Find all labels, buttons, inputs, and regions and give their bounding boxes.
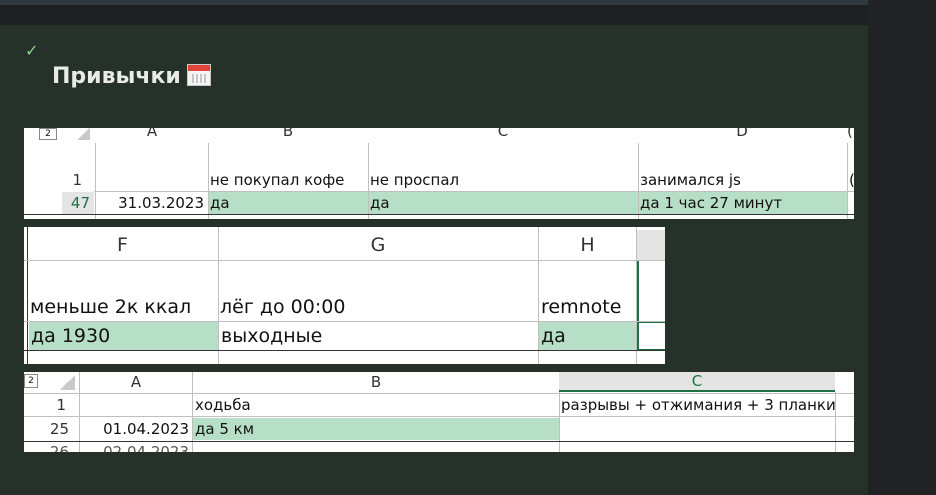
cell-a26: 02.04.2023: [103, 443, 189, 452]
column-header-c: C: [559, 372, 835, 392]
column-header-f: F: [28, 230, 217, 260]
calendar-icon: [186, 64, 211, 86]
column-header-a: A: [96, 128, 208, 140]
spreadsheet-screenshot-2: F G H меньше 2к ккал лёг до 00:00 remnot…: [24, 227, 665, 364]
group-level-button: 2: [39, 128, 57, 140]
cell-d47: да 1 час 27 минут: [639, 192, 847, 214]
select-all-corner: [76, 128, 90, 140]
row-number-47: 47: [62, 192, 94, 214]
row-number-1: 1: [72, 171, 82, 189]
cell-f1: меньше 2к ккал: [30, 296, 192, 318]
cell-b1: не покупал кофе: [210, 171, 345, 189]
column-header-h: H: [539, 230, 636, 260]
row-number-1: 1: [56, 396, 66, 414]
column-header-d: D: [638, 128, 846, 140]
cell-d1: занимался js: [640, 171, 741, 189]
cell-g2: выходные: [221, 325, 323, 347]
cell-b25: да 5 км: [193, 418, 559, 440]
spreadsheet-screenshot-3: 2 A B C 1 ходьба разрывы + отжимания + 3…: [24, 372, 854, 452]
selected-cell: [637, 322, 665, 350]
post-title-text: Привычки: [52, 64, 181, 89]
column-header-b: B: [208, 128, 368, 140]
group-level-button: 2: [24, 374, 38, 388]
top-gap: [0, 5, 868, 25]
cell-f2: да 1930: [29, 322, 218, 350]
checkmark-icon: ✓: [25, 41, 39, 60]
post-title: Привычки: [52, 62, 211, 92]
column-header-e: (: [847, 128, 854, 140]
select-all-corner: [60, 375, 75, 390]
cell-h2: да: [539, 322, 637, 350]
cell-b1: ходьба: [195, 396, 251, 414]
row-number-26: 26: [49, 443, 69, 452]
cell-c1: разрывы + отжимания + 3 планки: [561, 396, 835, 414]
cell-g1: лёг до 00:00: [220, 296, 346, 318]
cell-h1: remnote: [541, 296, 622, 318]
cell-b47: да: [209, 192, 368, 214]
column-header-c: C: [368, 128, 638, 140]
column-header-b: B: [193, 372, 559, 392]
cell-e1: (: [849, 170, 854, 190]
column-header-i: [637, 230, 665, 260]
column-header-g: G: [218, 230, 538, 260]
cell-a47: 31.03.2023: [118, 194, 204, 212]
cell-c1: не проспал: [370, 171, 460, 189]
cell-a25: 01.04.2023: [103, 420, 189, 438]
column-header-a: A: [79, 372, 193, 392]
row-number-25: 25: [49, 420, 69, 438]
cell-c47: да: [369, 192, 638, 214]
spreadsheet-screenshot-1: 2 A B C D ( 1 не покупал кофе не проспал…: [24, 128, 854, 219]
cell-c25: [560, 418, 835, 440]
